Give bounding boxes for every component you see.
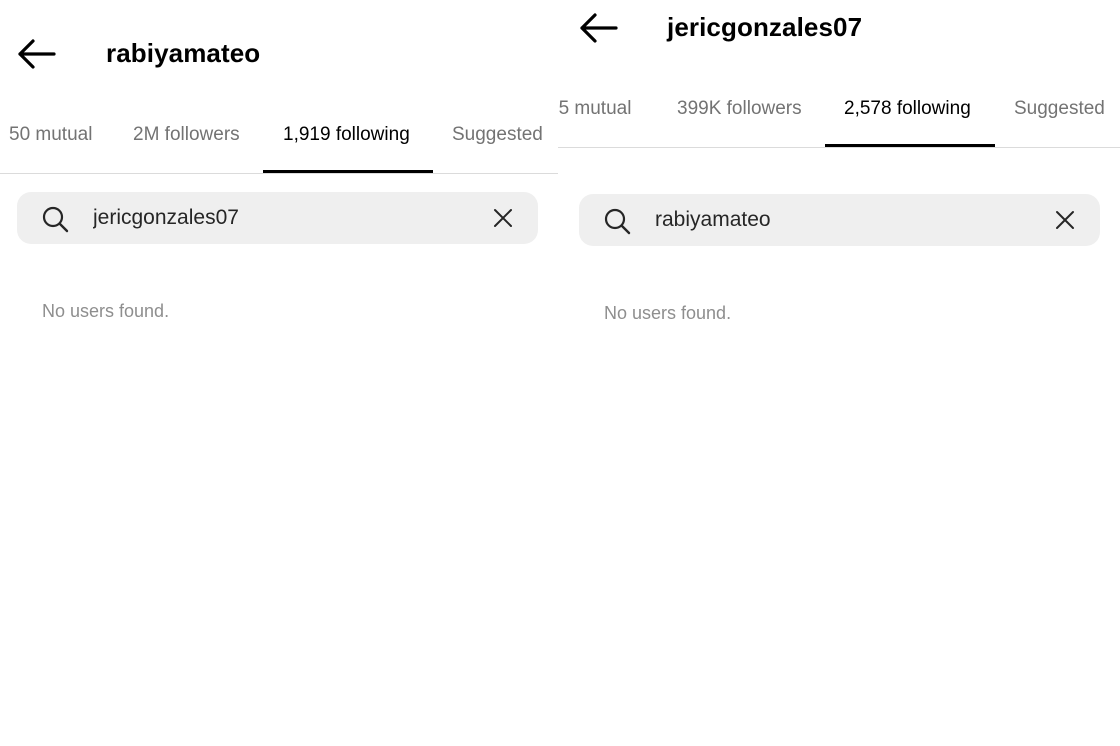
- search-bar: [579, 194, 1100, 246]
- tab-divider: [558, 147, 1120, 148]
- empty-state-message: No users found.: [604, 303, 732, 323]
- page-title: jericgonzales07: [667, 12, 863, 42]
- tab-mutual[interactable]: 35 mutual: [558, 98, 631, 120]
- tab-divider: [0, 173, 558, 174]
- page-title: rabiyamateo: [106, 38, 261, 68]
- tab-bar: 50 mutual 2M followers 1,919 following S…: [0, 124, 558, 184]
- back-arrow-icon: [18, 39, 56, 69]
- search-input[interactable]: [93, 192, 453, 244]
- tab-following[interactable]: 1,919 following: [283, 124, 410, 146]
- back-button[interactable]: [16, 36, 60, 72]
- tab-followers[interactable]: 2M followers: [133, 124, 240, 146]
- tab-mutual[interactable]: 50 mutual: [9, 124, 92, 146]
- tab-bar: 35 mutual 399K followers 2,578 following…: [558, 98, 1120, 158]
- right-profile-panel: jericgonzales07 35 mutual 399K followers…: [558, 0, 1120, 746]
- back-button[interactable]: [578, 10, 622, 46]
- search-bar: [17, 192, 538, 244]
- empty-state-message: No users found.: [42, 301, 170, 321]
- search-icon: [42, 206, 69, 233]
- close-icon[interactable]: [1054, 209, 1076, 231]
- tab-suggested[interactable]: Suggested: [1014, 98, 1105, 120]
- back-arrow-icon: [580, 13, 618, 43]
- tab-suggested[interactable]: Suggested: [452, 124, 543, 146]
- search-icon: [604, 208, 631, 235]
- close-icon[interactable]: [492, 207, 514, 229]
- tab-following[interactable]: 2,578 following: [844, 98, 971, 120]
- left-profile-panel: rabiyamateo 50 mutual 2M followers 1,919…: [0, 0, 558, 746]
- tab-followers[interactable]: 399K followers: [677, 98, 802, 120]
- search-input[interactable]: [655, 194, 1015, 246]
